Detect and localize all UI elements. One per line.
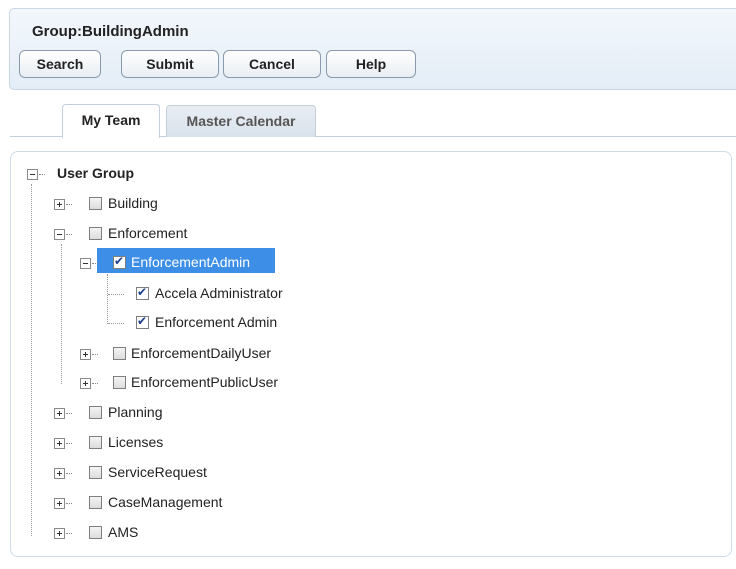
cancel-button[interactable]: Cancel [223,50,321,78]
tree-label[interactable]: Accela Administrator [155,285,283,301]
tree-connector [66,413,72,414]
checkbox[interactable] [113,376,126,389]
collapse-icon[interactable] [27,169,38,180]
tab-my-team[interactable]: My Team [62,104,160,138]
tree-label[interactable]: CaseManagement [108,494,222,510]
checkbox-checked[interactable] [136,314,149,329]
tree-label[interactable]: Enforcement [108,225,187,241]
tree-connector [66,473,72,474]
expand-icon[interactable] [54,408,65,419]
tree-label[interactable]: EnforcementPublicUser [131,374,278,390]
expand-icon[interactable] [54,468,65,479]
group-title: Group:BuildingAdmin [32,23,189,40]
tree-connector [92,354,98,355]
tree-label[interactable]: Licenses [108,434,163,450]
collapse-icon[interactable] [54,229,65,240]
expand-icon[interactable] [54,498,65,509]
tree-connector [66,503,72,504]
expand-icon[interactable] [54,199,65,210]
tree-connector [61,244,62,384]
tree-label[interactable]: Planning [108,404,163,420]
search-button[interactable]: Search [19,50,101,78]
expand-icon[interactable] [80,349,91,360]
tree-connector [66,204,72,205]
collapse-icon[interactable] [80,258,91,269]
tree-connector [108,323,124,324]
checkbox[interactable] [89,466,102,479]
tree-connector [31,184,32,536]
checkbox[interactable] [89,406,102,419]
tree-label[interactable]: Building [108,195,158,211]
tree-label[interactable]: User Group [57,165,134,181]
tree-label[interactable]: ServiceRequest [108,464,207,480]
submit-button[interactable]: Submit [121,50,219,78]
checkbox[interactable] [89,526,102,539]
checkbox[interactable] [89,197,102,210]
group-header: Group:BuildingAdmin Search Submit Cancel… [9,8,736,90]
tree-connector [92,383,98,384]
tree-label[interactable]: EnforcementAdmin [131,254,250,270]
tree-connector [66,234,72,235]
expand-icon[interactable] [54,528,65,539]
tree-label[interactable]: AMS [108,524,138,540]
checkbox-checked[interactable] [136,285,149,300]
expand-icon[interactable] [80,378,91,389]
checkbox-checked[interactable] [113,254,126,269]
tree-connector [107,274,108,324]
tree-label[interactable]: EnforcementDailyUser [131,345,271,361]
tree-connector [108,294,124,295]
tree-label[interactable]: Enforcement Admin [155,314,277,330]
tree-connector [66,443,72,444]
tree-connector [92,263,98,264]
checkbox[interactable] [113,347,126,360]
expand-icon[interactable] [54,438,65,449]
help-button[interactable]: Help [326,50,416,78]
checkbox[interactable] [89,496,102,509]
tab-master-calendar[interactable]: Master Calendar [166,105,316,137]
tree-connector [66,533,72,534]
checkbox[interactable] [89,227,102,240]
tree-connector [39,174,45,175]
checkbox[interactable] [89,436,102,449]
